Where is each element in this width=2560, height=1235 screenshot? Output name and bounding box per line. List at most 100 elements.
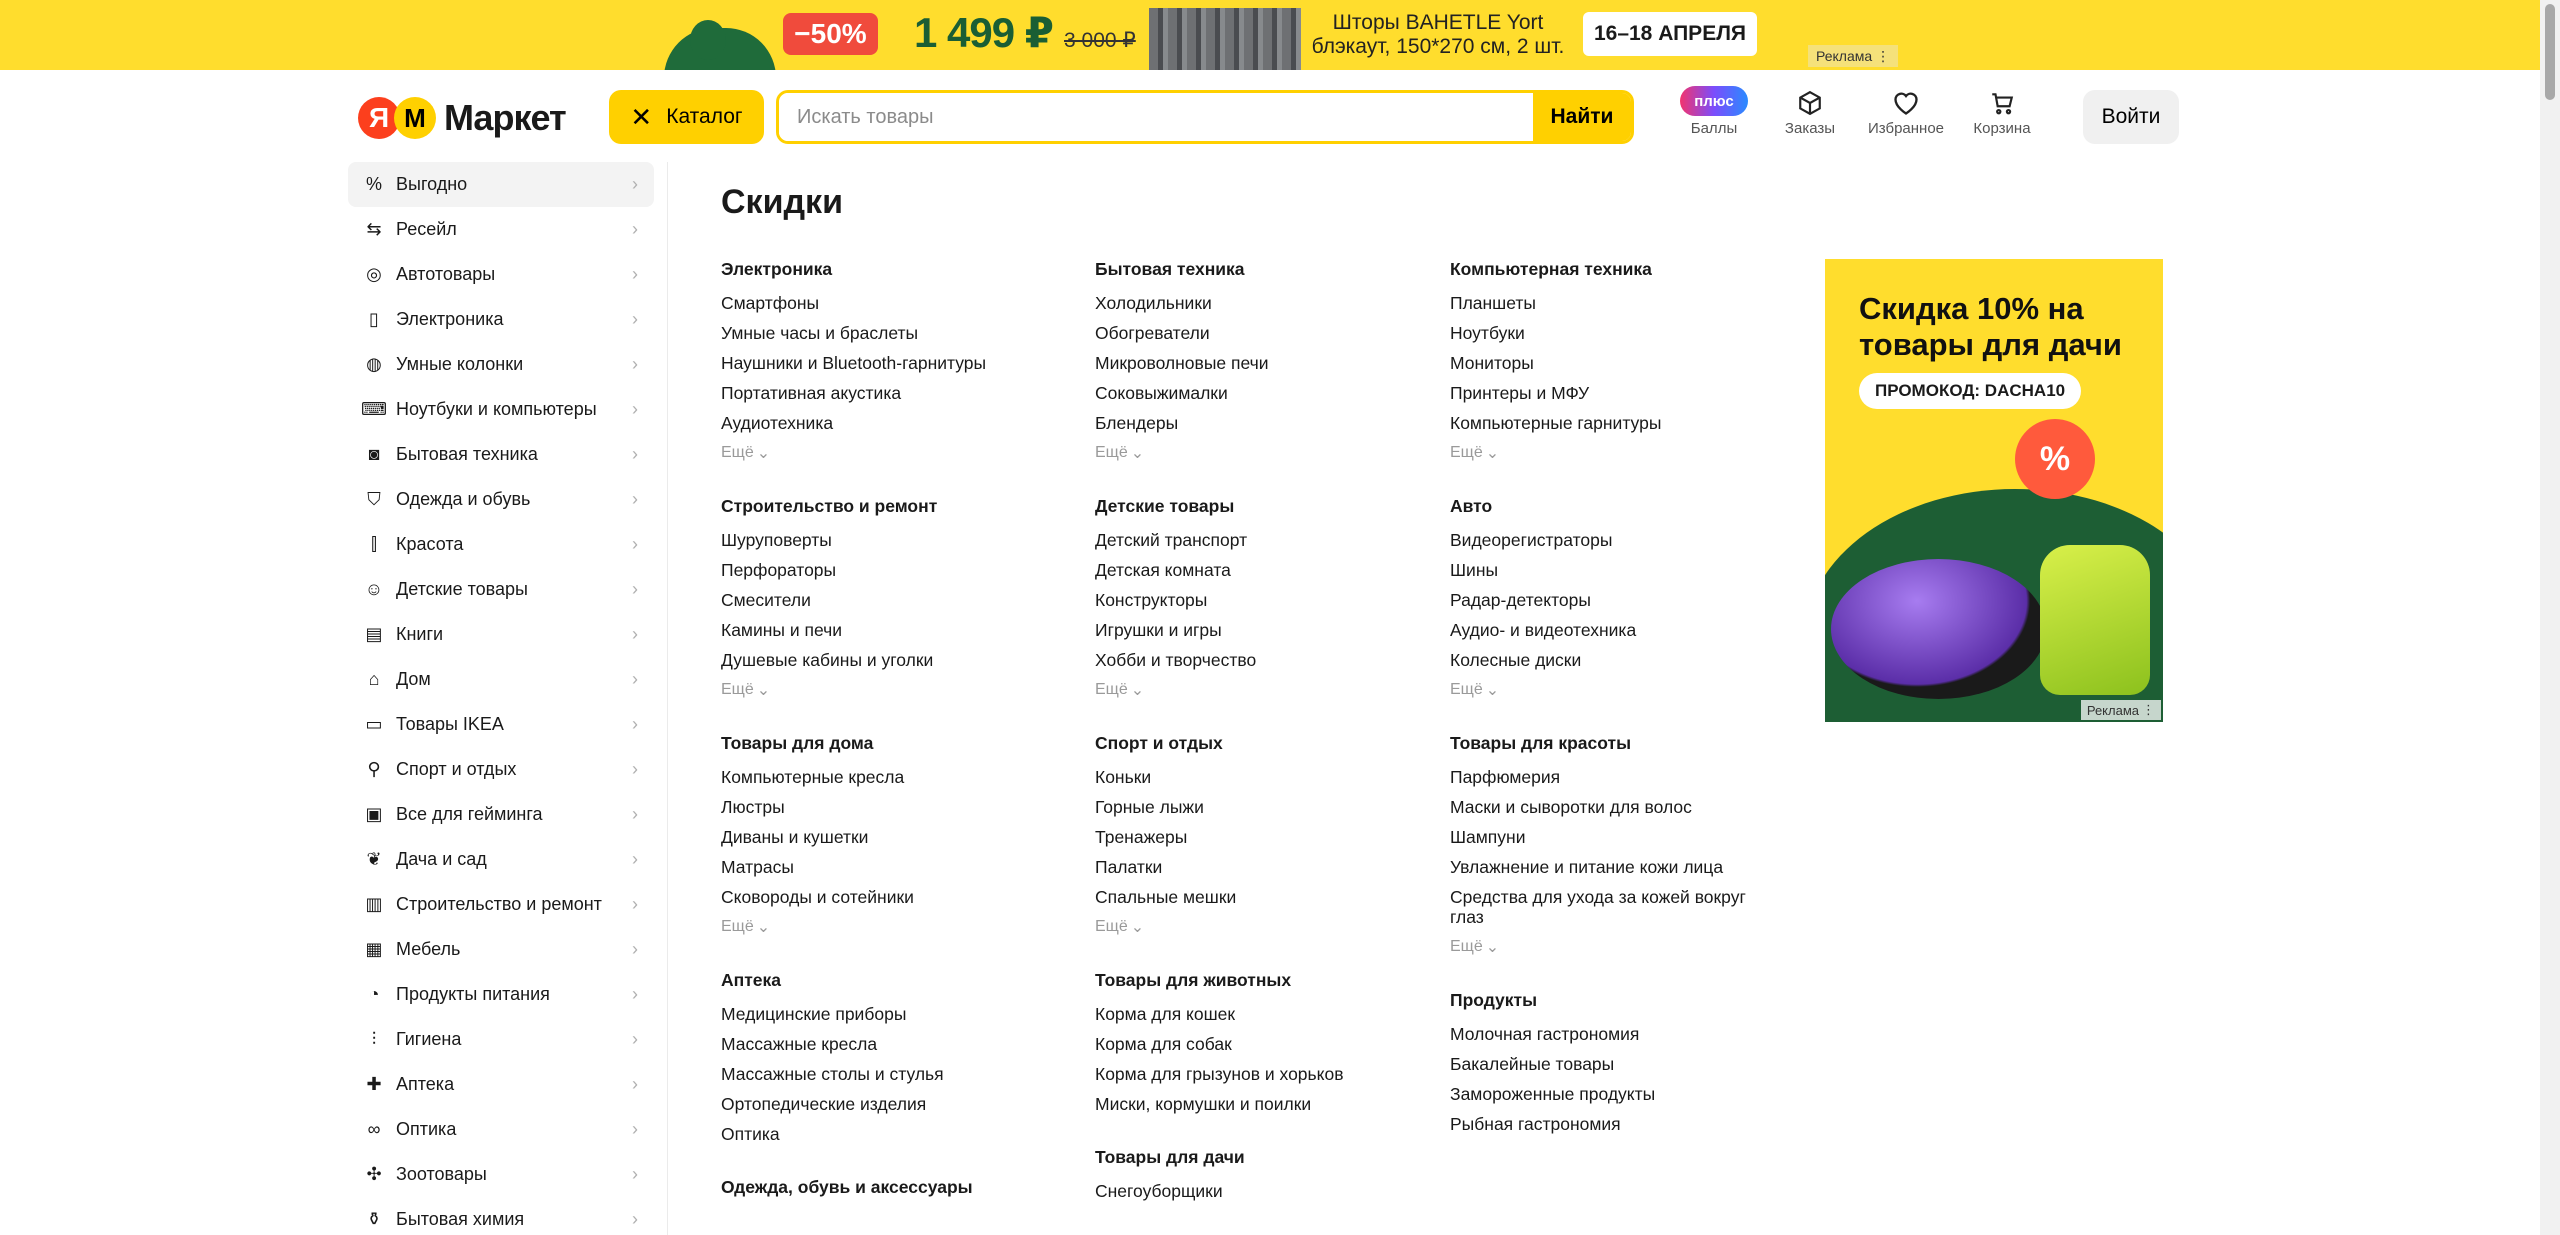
category-link[interactable]: Мониторы: [1450, 353, 1760, 373]
category-link[interactable]: Душевые кабины и уголки: [721, 650, 1051, 670]
category-link[interactable]: Шампуни: [1450, 827, 1760, 847]
category-title[interactable]: Электроника: [721, 259, 1051, 279]
sidebar-item[interactable]: ⛉ Одежда и обувь ›: [348, 477, 654, 522]
category-link[interactable]: Обогреватели: [1095, 323, 1425, 343]
sidebar-item[interactable]: ⌨ Ноутбуки и компьютеры ›: [348, 387, 654, 432]
category-title[interactable]: Компьютерная техника: [1450, 259, 1760, 279]
sidebar-item[interactable]: ◍ Умные колонки ›: [348, 342, 654, 387]
category-title[interactable]: Бытовая техника: [1095, 259, 1425, 279]
sidebar-item[interactable]: ✣ Зоотовары ›: [348, 1152, 654, 1197]
category-link[interactable]: Диваны и кушетки: [721, 827, 1051, 847]
category-title[interactable]: Аптека: [721, 970, 1051, 990]
category-link[interactable]: Игрушки и игры: [1095, 620, 1425, 640]
category-link[interactable]: Детский транспорт: [1095, 530, 1425, 550]
category-link[interactable]: Коньки: [1095, 767, 1425, 787]
category-link[interactable]: Аудио- и видеотехника: [1450, 620, 1760, 640]
category-link[interactable]: Колесные диски: [1450, 650, 1760, 670]
promo-ad-label[interactable]: Реклама ⋮: [2080, 700, 2161, 720]
category-link[interactable]: Люстры: [721, 797, 1051, 817]
category-link[interactable]: Оптика: [721, 1124, 1051, 1144]
category-link[interactable]: Корма для грызунов и хорьков: [1095, 1064, 1425, 1084]
category-link[interactable]: Бакалейные товары: [1450, 1054, 1760, 1074]
category-link[interactable]: Замороженные продукты: [1450, 1084, 1760, 1104]
sidebar-item[interactable]: ▯ Электроника ›: [348, 297, 654, 342]
category-link[interactable]: Камины и печи: [721, 620, 1051, 640]
category-link[interactable]: Принтеры и МФУ: [1450, 383, 1760, 403]
sidebar-item[interactable]: ❦ Дача и сад ›: [348, 837, 654, 882]
category-link[interactable]: Ортопедические изделия: [721, 1094, 1051, 1114]
category-link[interactable]: Матрасы: [721, 857, 1051, 877]
sidebar-item[interactable]: ▥ Строительство и ремонт ›: [348, 882, 654, 927]
category-link[interactable]: Компьютерные гарнитуры: [1450, 413, 1760, 433]
category-link[interactable]: Наушники и Bluetooth-гарнитуры: [721, 353, 1051, 373]
sidebar-item[interactable]: ◔ Продукты питания ›: [348, 972, 654, 1017]
sidebar-item[interactable]: ☺ Детские товары ›: [348, 567, 654, 612]
category-link[interactable]: Средства для ухода за кожей вокруг глаз: [1450, 887, 1760, 927]
sidebar-item[interactable]: % Выгодно ›: [348, 162, 654, 207]
category-link[interactable]: Корма для кошек: [1095, 1004, 1425, 1024]
category-link[interactable]: Шины: [1450, 560, 1760, 580]
sidebar-item[interactable]: ⚲ Спорт и отдых ›: [348, 747, 654, 792]
category-link[interactable]: Сковороды и сотейники: [721, 887, 1051, 907]
category-link[interactable]: Тренажеры: [1095, 827, 1425, 847]
category-link[interactable]: Спальные мешки: [1095, 887, 1425, 907]
sidebar-item[interactable]: ⫶ Гигиена ›: [348, 1017, 654, 1062]
category-link[interactable]: Радар-детекторы: [1450, 590, 1760, 610]
category-link[interactable]: Блендеры: [1095, 413, 1425, 433]
category-link[interactable]: Снегоуборщики: [1095, 1181, 1425, 1201]
more-button[interactable]: Ещё ⌄: [1450, 937, 1760, 957]
sidebar-item[interactable]: ∞ Оптика ›: [348, 1107, 654, 1152]
category-link[interactable]: Массажные столы и стулья: [721, 1064, 1051, 1084]
category-link[interactable]: Шуруповерты: [721, 530, 1051, 550]
category-title[interactable]: Товары для красоты: [1450, 733, 1760, 753]
category-link[interactable]: Конструкторы: [1095, 590, 1425, 610]
category-link[interactable]: Умные часы и браслеты: [721, 323, 1051, 343]
category-link[interactable]: Микроволновые печи: [1095, 353, 1425, 373]
category-link[interactable]: Детская комната: [1095, 560, 1425, 580]
more-button[interactable]: Ещё ⌄: [1450, 680, 1760, 700]
category-title[interactable]: Товары для дачи: [1095, 1147, 1425, 1167]
sidebar-item[interactable]: ▭ Товары IKEA ›: [348, 702, 654, 747]
category-link[interactable]: Видеорегистраторы: [1450, 530, 1760, 550]
category-link[interactable]: Смесители: [721, 590, 1051, 610]
scrollbar[interactable]: [2540, 0, 2560, 1235]
category-link[interactable]: Миски, кормушки и поилки: [1095, 1094, 1425, 1114]
category-title[interactable]: Товары для животных: [1095, 970, 1425, 990]
login-button[interactable]: Войти: [2083, 90, 2179, 144]
category-title[interactable]: Строительство и ремонт: [721, 496, 1051, 516]
category-title[interactable]: Одежда, обувь и аксессуары: [721, 1177, 1051, 1197]
search-button[interactable]: Найти: [1533, 93, 1631, 141]
category-link[interactable]: Холодильники: [1095, 293, 1425, 313]
category-link[interactable]: Маски и сыворотки для волос: [1450, 797, 1760, 817]
category-link[interactable]: Медицинские приборы: [721, 1004, 1051, 1024]
sidebar-item[interactable]: ⫿ Красота ›: [348, 522, 654, 567]
more-button[interactable]: Ещё ⌄: [1095, 917, 1425, 937]
category-link[interactable]: Аудиотехника: [721, 413, 1051, 433]
category-link[interactable]: Палатки: [1095, 857, 1425, 877]
category-link[interactable]: Рыбная гастрономия: [1450, 1114, 1760, 1134]
category-title[interactable]: Товары для дома: [721, 733, 1051, 753]
sidebar-item[interactable]: ⇆ Ресейл ›: [348, 207, 654, 252]
category-link[interactable]: Планшеты: [1450, 293, 1760, 313]
category-link[interactable]: Ноутбуки: [1450, 323, 1760, 343]
search-input[interactable]: [779, 93, 1533, 141]
category-link[interactable]: Хобби и творчество: [1095, 650, 1425, 670]
category-title[interactable]: Спорт и отдых: [1095, 733, 1425, 753]
sidebar-item[interactable]: ⚱ Бытовая химия ›: [348, 1197, 654, 1235]
sidebar-item[interactable]: ⌂ Дом ›: [348, 657, 654, 702]
category-link[interactable]: Увлажнение и питание кожи лица: [1450, 857, 1760, 877]
more-button[interactable]: Ещё ⌄: [721, 680, 1051, 700]
logo[interactable]: Я М Маркет: [358, 96, 567, 140]
category-link[interactable]: Парфюмерия: [1450, 767, 1760, 787]
category-link[interactable]: Горные лыжи: [1095, 797, 1425, 817]
category-link[interactable]: Соковыжималки: [1095, 383, 1425, 403]
more-button[interactable]: Ещё ⌄: [1095, 680, 1425, 700]
more-button[interactable]: Ещё ⌄: [721, 443, 1051, 463]
scrollbar-thumb[interactable]: [2545, 4, 2555, 100]
points-button[interactable]: плюс Баллы: [1669, 86, 1759, 150]
category-link[interactable]: Корма для собак: [1095, 1034, 1425, 1054]
category-title[interactable]: Авто: [1450, 496, 1760, 516]
sidebar-item[interactable]: ◙ Бытовая техника ›: [348, 432, 654, 477]
category-link[interactable]: Смартфоны: [721, 293, 1051, 313]
sidebar-item[interactable]: ▤ Книги ›: [348, 612, 654, 657]
